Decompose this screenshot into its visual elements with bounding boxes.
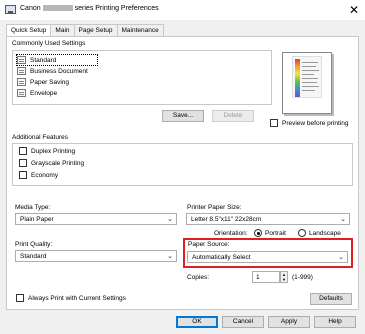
duplex-printing-label: Duplex Printing bbox=[31, 147, 76, 155]
paper-source-value: Automatically Select bbox=[192, 253, 251, 261]
printer-paper-size-label: Printer Paper Size: bbox=[187, 204, 242, 211]
preview-before-printing-label: Preview before printing bbox=[282, 119, 349, 127]
list-item[interactable]: Business Document bbox=[17, 66, 88, 76]
chevron-down-icon: ⌄ bbox=[340, 216, 346, 223]
orientation-portrait-option[interactable]: Portrait bbox=[254, 229, 286, 237]
ok-button[interactable]: OK bbox=[176, 316, 218, 328]
tab-maintenance[interactable]: Maintenance bbox=[116, 24, 164, 36]
list-item[interactable]: Envelope bbox=[17, 88, 57, 98]
redacted-model-name bbox=[42, 5, 73, 12]
list-item-label: Envelope bbox=[30, 89, 58, 97]
window-title: Canon series Printing Preferences bbox=[20, 5, 159, 12]
copies-stepper[interactable]: ▲ ▼ bbox=[280, 271, 288, 283]
delete-button[interactable]: Delete bbox=[212, 110, 254, 122]
help-button[interactable]: Help bbox=[314, 316, 356, 328]
landscape-label: Landscape bbox=[309, 229, 341, 237]
chevron-down-icon: ⌄ bbox=[167, 253, 173, 260]
title-prefix: Canon bbox=[20, 5, 41, 12]
tab-main[interactable]: Main bbox=[50, 24, 75, 36]
apply-button[interactable]: Apply bbox=[268, 316, 310, 328]
envelope-icon bbox=[17, 89, 26, 97]
list-item[interactable]: Paper Saving bbox=[17, 77, 69, 87]
duplex-printing-checkbox[interactable] bbox=[19, 147, 27, 155]
economy-checkbox[interactable] bbox=[19, 171, 27, 179]
duplex-printing-option[interactable]: Duplex Printing bbox=[19, 147, 75, 155]
spin-down-icon[interactable]: ▼ bbox=[281, 277, 287, 282]
print-quality-select[interactable]: Standard ⌄ bbox=[15, 250, 177, 262]
media-type-label: Media Type: bbox=[15, 204, 51, 211]
defaults-button[interactable]: Defaults bbox=[310, 293, 352, 305]
preview-before-printing-checkbox[interactable] bbox=[270, 119, 278, 127]
landscape-radio[interactable] bbox=[298, 229, 306, 237]
printer-app-icon bbox=[5, 5, 16, 14]
always-print-label: Always Print with Current Settings bbox=[28, 294, 126, 302]
grayscale-printing-checkbox[interactable] bbox=[19, 159, 27, 167]
list-item[interactable]: Standard bbox=[16, 54, 98, 66]
document-icon bbox=[17, 78, 26, 86]
printer-paper-size-select[interactable]: Letter 8.5"x11" 22x28cm ⌄ bbox=[186, 213, 350, 225]
always-print-checkbox[interactable] bbox=[16, 294, 24, 302]
list-item-label: Standard bbox=[30, 56, 57, 64]
media-type-select[interactable]: Plain Paper ⌄ bbox=[15, 213, 177, 225]
grayscale-printing-label: Grayscale Printing bbox=[31, 159, 85, 167]
orientation-landscape-option[interactable]: Landscape bbox=[298, 229, 341, 237]
save-button[interactable]: Save... bbox=[162, 110, 204, 122]
paper-source-select[interactable]: Automatically Select ⌄ bbox=[187, 251, 348, 263]
grayscale-printing-option[interactable]: Grayscale Printing bbox=[19, 159, 84, 167]
preview-before-printing-option[interactable]: Preview before printing bbox=[270, 119, 348, 127]
preview-page-icon bbox=[292, 56, 322, 98]
print-quality-label: Print Quality: bbox=[15, 241, 53, 248]
copies-value: 1 bbox=[256, 273, 260, 281]
copies-input[interactable]: 1 bbox=[252, 271, 280, 283]
media-type-value: Plain Paper bbox=[20, 215, 54, 223]
list-item-label: Business Document bbox=[30, 67, 88, 75]
paper-source-label: Paper Source: bbox=[188, 241, 230, 248]
chevron-down-icon: ⌄ bbox=[167, 216, 173, 223]
document-icon bbox=[17, 67, 26, 75]
additional-features-label: Additional Features bbox=[12, 134, 69, 141]
copies-range: (1-999) bbox=[292, 274, 313, 281]
tab-strip: Quick Setup Main Page Setup Maintenance bbox=[6, 24, 164, 37]
close-icon[interactable]: ✕ bbox=[347, 3, 361, 17]
always-print-option[interactable]: Always Print with Current Settings bbox=[16, 294, 126, 302]
title-suffix: series Printing Preferences bbox=[74, 5, 159, 12]
portrait-label: Portrait bbox=[265, 229, 286, 237]
cancel-button[interactable]: Cancel bbox=[222, 316, 264, 328]
portrait-radio[interactable] bbox=[254, 229, 262, 237]
economy-option[interactable]: Economy bbox=[19, 171, 58, 179]
chevron-down-icon: ⌄ bbox=[338, 254, 344, 261]
economy-label: Economy bbox=[31, 171, 59, 179]
list-item-label: Paper Saving bbox=[30, 78, 70, 86]
copies-label: Copies: bbox=[187, 274, 210, 281]
printer-paper-size-value: Letter 8.5"x11" 22x28cm bbox=[191, 215, 262, 223]
additional-features-group: Duplex Printing Grayscale Printing Econo… bbox=[12, 143, 353, 186]
commonly-used-settings-label: Commonly Used Settings bbox=[12, 40, 86, 47]
commonly-used-settings-list[interactable]: Standard Business Document Paper Saving … bbox=[12, 50, 272, 105]
orientation-label: Orientation: bbox=[214, 230, 248, 237]
tab-page-setup[interactable]: Page Setup bbox=[73, 24, 118, 36]
document-icon bbox=[17, 56, 26, 64]
print-quality-value: Standard bbox=[20, 252, 47, 260]
